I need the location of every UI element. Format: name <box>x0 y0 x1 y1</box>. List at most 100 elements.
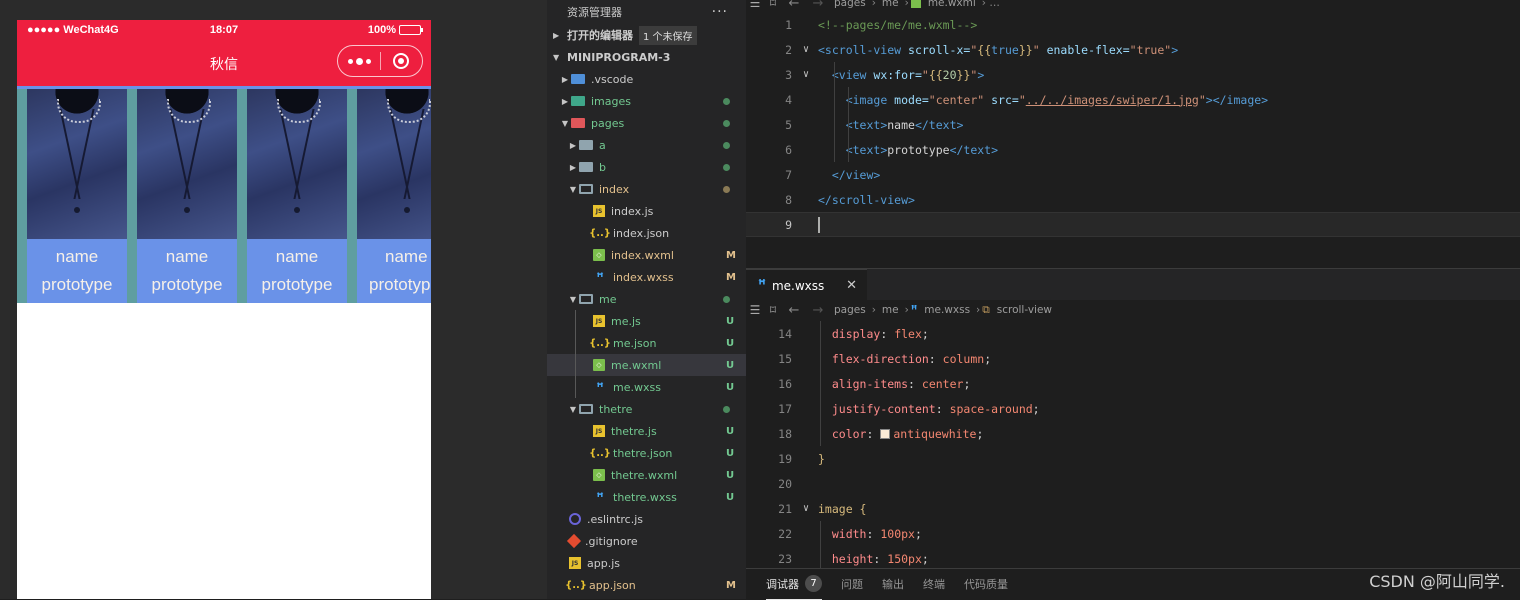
eslint-icon <box>569 513 581 525</box>
folder-open-icon <box>579 404 593 414</box>
bookmark-icon[interactable]: ⌑ <box>764 0 782 10</box>
tree-item[interactable]: ꟸ index.wxss M <box>547 266 746 288</box>
bookmark-icon[interactable]: ⌑ <box>764 303 782 317</box>
code-line[interactable]: 20 <box>746 471 1520 496</box>
item-name: name <box>385 247 428 266</box>
folder-pg-icon <box>571 118 585 128</box>
tab-code-quality[interactable]: 代码质量 <box>964 569 1008 600</box>
crumb-file[interactable]: me.wxml <box>928 0 976 9</box>
chevron-right-icon: ▶ <box>553 30 560 40</box>
code-line[interactable]: 15 flex-direction: column; <box>746 346 1520 371</box>
crumb-folder[interactable]: pages <box>834 0 866 9</box>
tab-terminal[interactable]: 终端 <box>923 569 945 600</box>
project-name: MINIPROGRAM-3 <box>567 50 671 64</box>
tree-item[interactable]: ◇ index.wxml M <box>547 244 746 266</box>
tree-item-label: .vscode <box>591 72 634 86</box>
tree-item-label: .gitignore <box>585 534 638 548</box>
git-status-badge: U <box>726 425 735 437</box>
tree-item[interactable]: {..} index.json <box>547 222 746 244</box>
capsule-menu <box>337 45 423 77</box>
code-line[interactable]: 9 <box>746 212 1520 237</box>
code-line[interactable]: 22 width: 100px; <box>746 521 1520 546</box>
item-image <box>357 89 431 239</box>
tree-item[interactable]: ▶ images <box>547 90 746 112</box>
code-line[interactable]: 17 justify-content: space-around; <box>746 396 1520 421</box>
forward-icon[interactable]: → <box>806 303 830 318</box>
item-prototype: prototype <box>151 275 223 294</box>
code-line[interactable]: 4 <image mode="center" src="../../images… <box>746 87 1520 112</box>
item-prototype: prototyp <box>369 275 431 294</box>
tree-item[interactable]: ▼ me <box>547 288 746 310</box>
git-status-dot <box>723 185 730 193</box>
tree-item[interactable]: ▶ b <box>547 156 746 178</box>
tree-item[interactable]: ▼ index <box>547 178 746 200</box>
code-line[interactable]: 18 color: antiquewhite; <box>746 421 1520 446</box>
tree-item[interactable]: .gitignore <box>547 530 746 552</box>
tab-me-wxss[interactable]: ꟸ me.wxss ✕ <box>746 269 867 301</box>
list-icon[interactable]: ☰ <box>746 303 764 317</box>
project-section[interactable]: ▼ MINIPROGRAM-3 <box>547 46 746 68</box>
code-line[interactable]: 1 <!--pages/me/me.wxml--> <box>746 12 1520 37</box>
scroll-view[interactable]: name prototype name prototype name prototyp… <box>17 86 431 303</box>
tree-item[interactable]: {..} me.json U <box>547 332 746 354</box>
tab-output[interactable]: 输出 <box>882 569 904 600</box>
tree-item[interactable]: {..} app.json M <box>547 574 746 596</box>
git-status-dot <box>723 405 730 413</box>
open-editors-section[interactable]: ▶ 打开的编辑器 1 个未保存 <box>547 24 746 46</box>
back-icon[interactable]: ← <box>782 303 806 318</box>
tree-item[interactable]: JS thetre.js U <box>547 420 746 442</box>
chevron-right-icon: ▶ <box>569 140 577 150</box>
unsaved-badge: 1 个未保存 <box>639 25 697 45</box>
tree-item[interactable]: ꟸ me.wxss U <box>547 376 746 398</box>
item-image <box>27 89 127 239</box>
tree-item[interactable]: .eslintrc.js <box>547 508 746 530</box>
phone-simulator: ●●●●● WeChat4G 18:07 100% 秋信 name prototy… <box>17 20 431 599</box>
crumb-file[interactable]: me.wxss <box>924 304 970 316</box>
code-line[interactable]: 19} <box>746 446 1520 471</box>
item-name: name <box>165 247 209 266</box>
more-actions-icon[interactable]: ··· <box>712 4 728 20</box>
tab-problems[interactable]: 问题 <box>841 569 863 600</box>
git-status-badge: U <box>726 381 735 393</box>
debugger-count-badge: 7 <box>805 575 822 592</box>
tree-item[interactable]: JS me.js U <box>547 310 746 332</box>
tree-item[interactable]: ◇ thetre.wxml U <box>547 464 746 486</box>
crumb-folder[interactable]: pages <box>834 304 866 316</box>
tree-item[interactable]: ▶ .vscode <box>547 68 746 90</box>
tree-item[interactable]: JS index.js <box>547 200 746 222</box>
code-line[interactable]: 16 align-items: center; <box>746 371 1520 396</box>
list-icon[interactable]: ☰ <box>746 0 764 10</box>
tree-item[interactable]: ▼ thetre <box>547 398 746 420</box>
tree-item[interactable]: ▶ a <box>547 134 746 156</box>
back-icon[interactable]: ← <box>782 0 806 11</box>
tree-item[interactable]: ꟸ thetre.wxss U <box>547 486 746 508</box>
editor-tab-bar: ꟸ me.wxss ✕ <box>746 268 1520 301</box>
tree-item-label: index.js <box>611 204 654 218</box>
code-line[interactable]: 14 display: flex; <box>746 321 1520 346</box>
git-status-dot <box>723 97 730 105</box>
crumb-sub[interactable]: me <box>882 304 899 316</box>
more-icon[interactable] <box>338 57 380 65</box>
close-icon[interactable]: ✕ <box>846 278 857 293</box>
tree-item[interactable]: JS app.js <box>547 552 746 574</box>
code-line[interactable]: 8 </scroll-view> <box>746 187 1520 212</box>
close-miniprogram-icon[interactable] <box>381 53 422 69</box>
code-line[interactable]: 7 </view> <box>746 162 1520 187</box>
tree-item[interactable]: ◇ me.wxml U <box>547 354 746 376</box>
git-status-dot <box>723 163 730 171</box>
json-icon: {..} <box>565 579 587 591</box>
folder-icon <box>579 162 593 172</box>
crumb-sub[interactable]: me <box>882 0 899 9</box>
code-line[interactable]: 3 ∨ <view wx:for="{{20}}"> <box>746 62 1520 87</box>
forward-icon[interactable]: → <box>806 0 830 11</box>
crumb-symbol[interactable]: scroll-view <box>997 304 1052 316</box>
git-status-badge: U <box>726 315 735 327</box>
code-line[interactable]: 5 <text>name</text> <box>746 112 1520 137</box>
code-line[interactable]: 21 ∨ image { <box>746 496 1520 521</box>
code-line[interactable]: 2 ∨ <scroll-view scroll-x="{{true}}" enabl… <box>746 37 1520 62</box>
tab-debugger[interactable]: 调试器 7 <box>766 569 822 600</box>
code-line[interactable]: 6 <text>prototype</text> <box>746 137 1520 162</box>
tree-item[interactable]: {..} thetre.json U <box>547 442 746 464</box>
tree-item[interactable]: ▼ pages <box>547 112 746 134</box>
git-icon <box>566 533 582 549</box>
